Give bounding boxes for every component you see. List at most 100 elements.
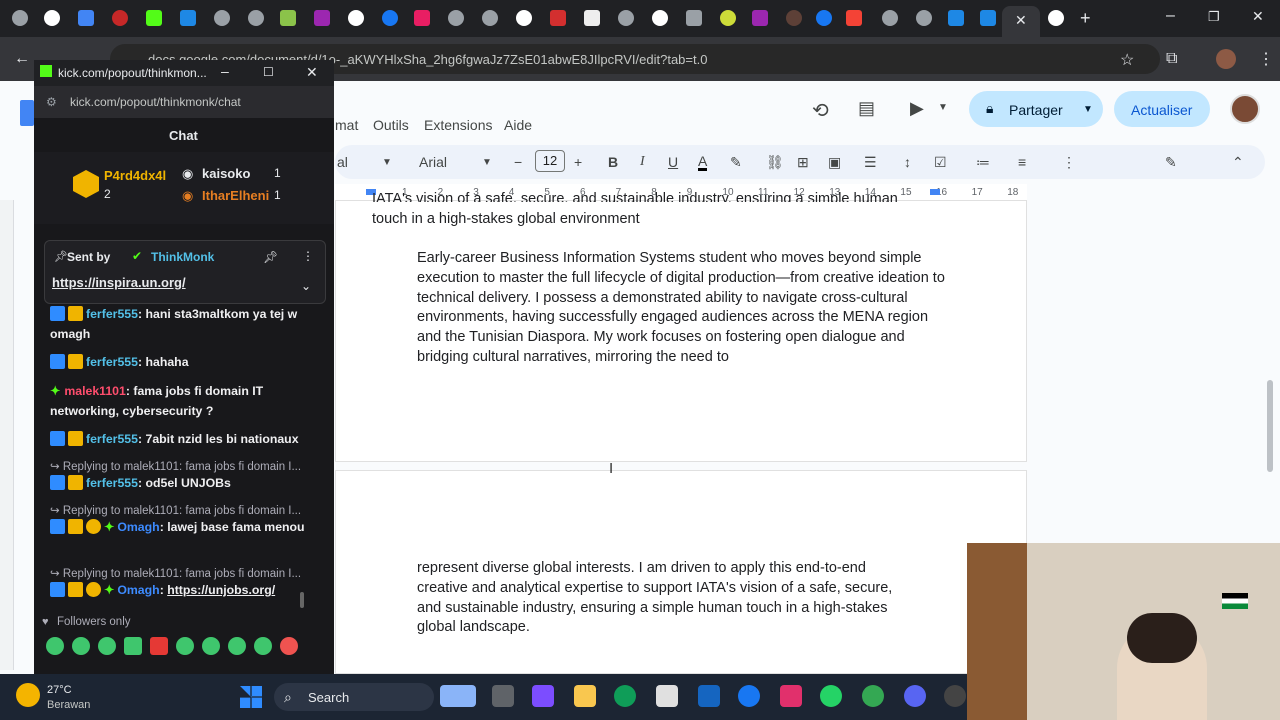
weather-desc[interactable]: Berawan <box>47 699 90 711</box>
obs-icon[interactable] <box>944 685 966 707</box>
unjobs-tab-icon[interactable] <box>180 10 196 26</box>
leader-top-user[interactable]: P4rd4dx4l <box>104 168 166 183</box>
menu-dots-icon[interactable]: ⋮ <box>1258 49 1274 69</box>
edge-icon[interactable] <box>614 685 636 707</box>
tab-app-icon-6[interactable] <box>618 10 634 26</box>
weather-icon[interactable] <box>16 683 40 707</box>
docs-logo-icon[interactable] <box>20 100 34 126</box>
tab-globe-icon[interactable] <box>214 10 230 26</box>
l-app-icon[interactable] <box>698 685 720 707</box>
restore-icon[interactable]: ❐ <box>1208 9 1220 25</box>
tab-globe-icon-5[interactable] <box>882 10 898 26</box>
align-icon[interactable]: ☰ <box>864 154 877 171</box>
docs-tab-icon[interactable] <box>78 10 94 26</box>
chat-username[interactable]: malek1101 <box>64 384 126 398</box>
more-options-icon[interactable]: ⋮ <box>1062 154 1076 171</box>
active-tab[interactable]: ✕ <box>1002 6 1040 37</box>
tab-app-icon-7[interactable] <box>686 10 702 26</box>
font-size-input[interactable]: 12 <box>535 150 565 172</box>
chrome-icon[interactable] <box>862 685 884 707</box>
pinned-link[interactable]: https://inspira.un.org/ <box>52 275 186 290</box>
popout-maximize-icon[interactable]: ☐ <box>263 65 274 79</box>
emote-5-icon[interactable] <box>150 637 168 655</box>
increase-font-icon[interactable]: + <box>574 154 582 170</box>
google-tab-icon[interactable] <box>44 10 60 26</box>
tab-app-icon-2[interactable] <box>314 10 330 26</box>
close-tab-icon[interactable]: ✕ <box>1015 12 1027 29</box>
unjobs-tab-icon-2[interactable] <box>948 10 964 26</box>
emote-9-icon[interactable] <box>254 637 272 655</box>
collapse-toolbar-icon[interactable]: ⌃ <box>1232 154 1244 171</box>
discord-icon[interactable] <box>904 685 926 707</box>
facebook-icon[interactable] <box>738 685 760 707</box>
pinned-expand-icon[interactable]: ⌄ <box>301 279 311 293</box>
emote-3-icon[interactable] <box>98 637 116 655</box>
tab-app-icon-5[interactable] <box>584 10 600 26</box>
tab-app-icon-4[interactable] <box>550 10 566 26</box>
taskbar-search[interactable] <box>274 683 434 711</box>
meet-icon[interactable]: ▶ <box>910 98 924 119</box>
google-tab-icon-5[interactable] <box>1048 10 1064 26</box>
history-icon[interactable]: ⟲ <box>812 98 829 123</box>
back-icon[interactable]: ← <box>14 50 30 68</box>
popout-close-icon[interactable]: ✕ <box>306 64 318 81</box>
instagram-icon[interactable] <box>780 685 802 707</box>
leader-user-3[interactable]: ItharElheni <box>202 188 269 203</box>
whatsapp-icon[interactable] <box>820 685 842 707</box>
leader-user-2[interactable]: kaisoko <box>202 166 250 181</box>
google-tab-icon-3[interactable] <box>516 10 532 26</box>
chat-scrollbar[interactable] <box>300 592 304 608</box>
line-spacing-icon[interactable]: ↕ <box>904 154 911 170</box>
bookmark-star-icon[interactable]: ☆ <box>1120 50 1134 70</box>
search-highlight-icon[interactable] <box>440 685 476 707</box>
emote-10-icon[interactable] <box>280 637 298 655</box>
font-select[interactable]: Arial <box>419 154 447 170</box>
bullet-list-icon[interactable]: ≔ <box>976 154 990 171</box>
tab-app-icon-3[interactable] <box>414 10 430 26</box>
chat-username[interactable]: Omagh <box>117 583 159 597</box>
profile-avatar[interactable] <box>1216 49 1236 69</box>
document-scrollbar[interactable] <box>1267 380 1273 472</box>
facebook-tab-icon-2[interactable] <box>816 10 832 26</box>
editing-mode-icon[interactable]: ✎ <box>1165 154 1177 171</box>
update-button-label[interactable]: Actualiser <box>1131 102 1192 118</box>
share-button-label[interactable]: Partager <box>1009 102 1063 118</box>
google-tab-icon-2[interactable] <box>348 10 364 26</box>
opera-tab-icon[interactable] <box>112 10 128 26</box>
emote-6-icon[interactable] <box>176 637 194 655</box>
chat-username[interactable]: ferfer555 <box>86 307 138 321</box>
tab-globe-icon-2[interactable] <box>248 10 264 26</box>
bold-icon[interactable]: B <box>608 154 618 170</box>
facebook-tab-icon[interactable] <box>382 10 398 26</box>
italic-icon[interactable]: I <box>640 154 645 170</box>
share-dropdown-icon[interactable]: ▼ <box>1083 104 1093 115</box>
highlight-icon[interactable]: ✎ <box>730 154 742 171</box>
tab-app-icon[interactable] <box>280 10 296 26</box>
site-settings-icon[interactable]: ⚙ <box>46 95 57 109</box>
comment-add-icon[interactable]: ⊞ <box>797 154 809 171</box>
tab-globe-icon-3[interactable] <box>448 10 464 26</box>
kick-tab-icon[interactable] <box>146 10 162 26</box>
numbered-list-icon[interactable]: ≡ <box>1018 154 1026 170</box>
tab-app-icon-8[interactable] <box>720 10 736 26</box>
chevron-down-icon[interactable]: ▼ <box>938 102 948 113</box>
menu-format[interactable]: mat <box>335 117 358 133</box>
extensions-icon[interactable]: ⧉ <box>1166 50 1177 68</box>
m365-icon[interactable] <box>532 685 554 707</box>
pinned-channel[interactable]: ThinkMonk <box>151 250 214 264</box>
menu-aide[interactable]: Aide <box>504 117 532 133</box>
emote-8-icon[interactable] <box>228 637 246 655</box>
weather-temp[interactable]: 27°C <box>47 684 72 696</box>
kick-url[interactable]: kick.com/popout/thinkmonk/chat <box>70 95 241 109</box>
decrease-font-icon[interactable]: − <box>514 154 522 170</box>
tab-globe-icon-6[interactable] <box>916 10 932 26</box>
emote-1-icon[interactable] <box>46 637 64 655</box>
chat-username[interactable]: Omagh <box>117 520 159 534</box>
menu-extensions[interactable]: Extensions <box>424 117 492 133</box>
style-dropdown-icon[interactable]: ▼ <box>382 157 392 168</box>
tab-app-icon-10[interactable] <box>786 10 802 26</box>
menu-outils[interactable]: Outils <box>373 117 409 133</box>
tab-app-icon-9[interactable] <box>752 10 768 26</box>
store-icon[interactable] <box>656 685 678 707</box>
checklist-icon[interactable]: ☑ <box>934 154 947 171</box>
